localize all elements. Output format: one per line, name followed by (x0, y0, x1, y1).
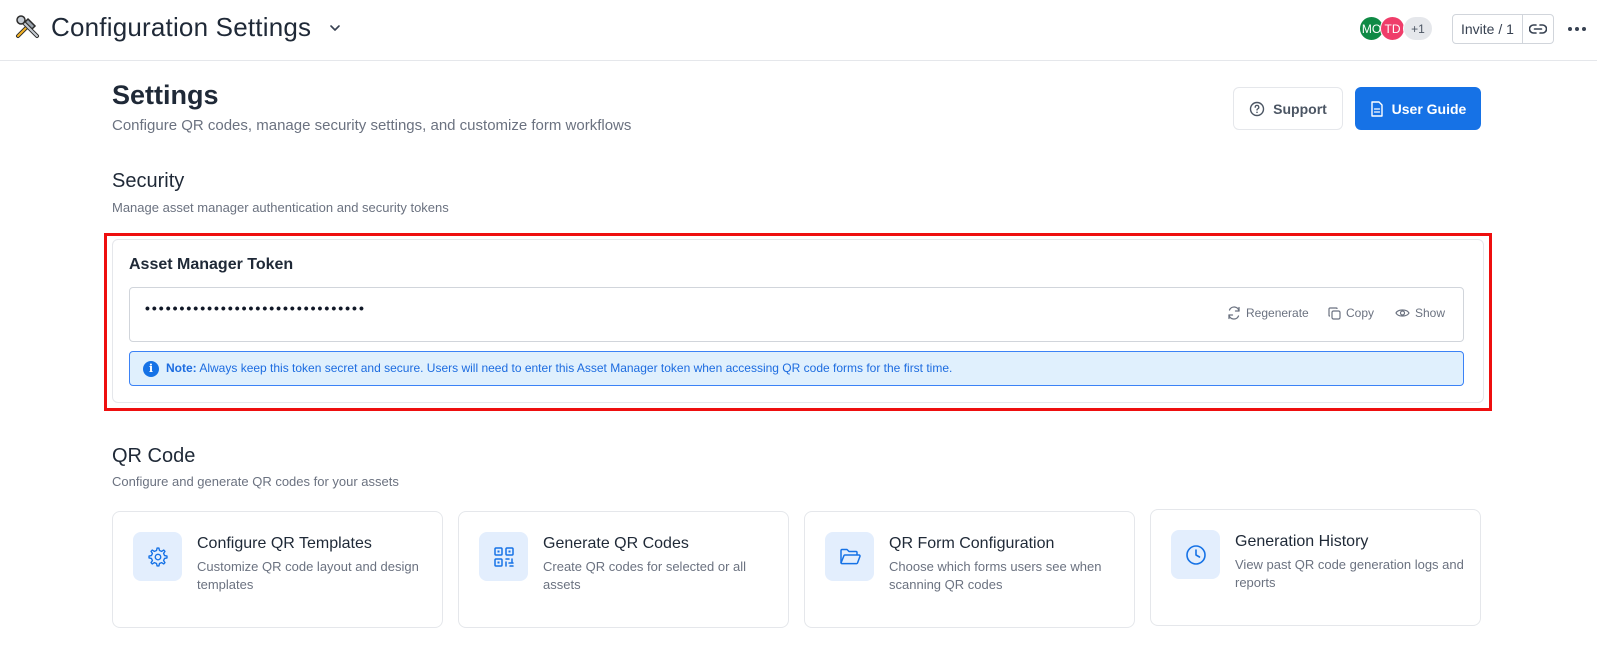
card-title: Configure QR Templates (197, 535, 372, 552)
copy-icon (1328, 306, 1341, 320)
note-text: Note: Always keep this token secret and … (166, 361, 952, 375)
copy-button[interactable]: Copy (1328, 306, 1374, 320)
card-icon-wrap (133, 532, 182, 581)
card-title: Generate QR Codes (543, 535, 689, 552)
eye-icon (1395, 309, 1410, 317)
copy-link-button[interactable] (1523, 15, 1553, 43)
qr-code-icon (493, 546, 514, 567)
card-description: Create QR codes for selected or all asse… (543, 559, 747, 592)
page-title: Settings (112, 80, 219, 110)
chevron-down-icon[interactable] (328, 21, 342, 35)
app-title[interactable]: Configuration Settings (51, 12, 311, 43)
show-label: Show (1415, 306, 1446, 320)
top-bar: Configuration Settings MO TD +1 Invite /… (0, 0, 1597, 61)
card-title: QR Form Configuration (889, 535, 1055, 552)
user-guide-button[interactable]: User Guide (1355, 87, 1481, 130)
page-subtitle: Configure QR codes, manage security sett… (112, 117, 632, 134)
clock-icon (1185, 544, 1206, 565)
folder-open-icon (839, 548, 861, 564)
help-circle-icon (1249, 101, 1265, 116)
regenerate-button[interactable]: Regenerate (1227, 306, 1309, 320)
note-prefix: Note: (166, 361, 197, 375)
link-icon (1528, 24, 1547, 34)
token-value: •••••••••••••••••••••••••••••••• (145, 300, 366, 316)
regenerate-label: Regenerate (1246, 306, 1309, 320)
card-icon-wrap (1171, 530, 1220, 579)
info-icon: i (143, 361, 159, 377)
copy-label: Copy (1346, 306, 1375, 320)
card-description: View past QR code generation logs and re… (1235, 557, 1464, 590)
card-title: Generation History (1235, 533, 1369, 550)
avatar-overflow-count[interactable]: +1 (1403, 16, 1433, 41)
gear-icon (147, 546, 168, 567)
qr-form-configuration-card[interactable]: QR Form Configuration Choose which forms… (804, 511, 1135, 628)
invite-group: Invite / 1 (1452, 14, 1554, 44)
show-button[interactable]: Show (1395, 306, 1445, 320)
more-options-button[interactable] (1566, 20, 1588, 38)
qr-section-subtitle: Configure and generate QR codes for your… (112, 474, 399, 489)
configure-qr-templates-card[interactable]: Configure QR Templates Customize QR code… (112, 511, 443, 628)
refresh-icon (1228, 306, 1240, 320)
generate-qr-codes-card[interactable]: Generate QR Codes Create QR codes for se… (458, 511, 789, 628)
card-description: Customize QR code layout and design temp… (197, 559, 419, 592)
tools-icon (16, 15, 39, 38)
security-section-subtitle: Manage asset manager authentication and … (112, 200, 449, 215)
user-guide-label: User Guide (1391, 100, 1467, 117)
support-button[interactable]: Support (1233, 87, 1343, 130)
document-icon (1370, 100, 1383, 117)
generation-history-card[interactable]: Generation History View past QR code gen… (1150, 509, 1481, 626)
note-body: Always keep this token secret and secure… (199, 361, 953, 375)
security-section-title: Security (112, 170, 185, 192)
qr-section-title: QR Code (112, 445, 196, 467)
avatar[interactable]: TD (1380, 16, 1405, 41)
card-icon-wrap (825, 532, 874, 581)
card-icon-wrap (479, 532, 528, 581)
card-description: Choose which forms users see when scanni… (889, 559, 1102, 592)
more-horizontal-icon (1568, 27, 1586, 31)
token-label: Asset Manager Token (129, 256, 294, 273)
support-label: Support (1273, 100, 1327, 117)
invite-button[interactable]: Invite / 1 (1453, 15, 1523, 43)
